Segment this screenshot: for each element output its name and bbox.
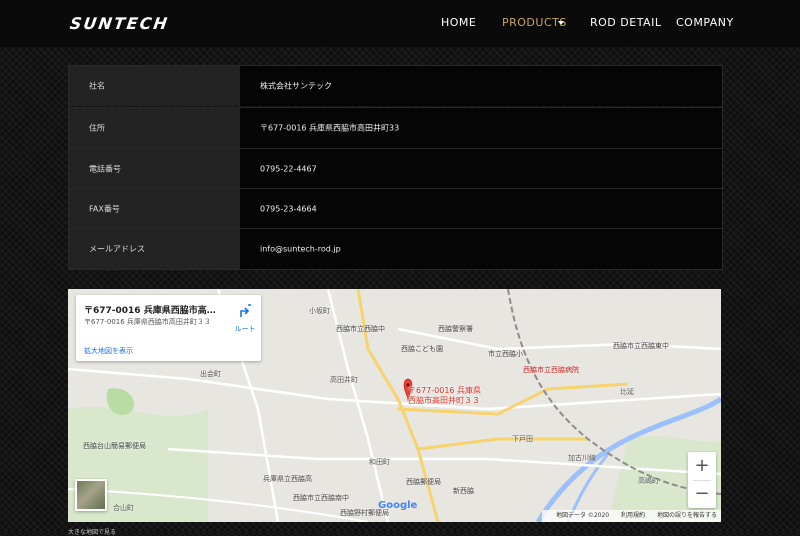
row-value[interactable]: info@suntech-rod.jp — [260, 245, 341, 254]
google-logo[interactable]: Google — [378, 500, 417, 511]
table-row: 住所 〒677-0016 兵庫県西脇市高田井町33 — [69, 107, 722, 148]
view-larger-map-footer-link[interactable]: 大きな地図で見る — [68, 527, 116, 536]
row-value: 0795-23-4664 — [260, 204, 317, 214]
map-place-label: 市立西脇小 — [488, 350, 523, 358]
map-place-label: 出会町 — [200, 370, 221, 378]
directions-button[interactable]: ルート — [232, 303, 258, 334]
google-map[interactable]: 小坂町 西脇市立西脇中 西脇警察署 西脇こども園 市立西脇小 西脇市立西脇東中 … — [68, 289, 721, 522]
map-place-label: 小坂町 — [309, 307, 330, 315]
directions-icon — [240, 304, 251, 317]
map-zoom-control: + − — [688, 452, 716, 508]
row-label: 社名 — [89, 81, 105, 91]
info-card-title: 〒677-0016 兵庫県西脇市高田... — [84, 306, 224, 316]
map-place-label: 新西脇 — [453, 487, 474, 495]
satellite-toggle[interactable] — [75, 479, 107, 511]
row-value: 0795-22-4467 — [260, 164, 317, 174]
row-value: 株式会社サンテック — [260, 81, 332, 91]
info-card-address: 〒677-0016 兵庫県西脇市高田井町３３ — [84, 318, 211, 326]
map-place-label: 西脇市立西脇東中 — [613, 342, 669, 350]
map-attribution: 地図データ ©2020 利用規約 地図の誤りを報告する — [541, 510, 721, 522]
map-place-label: 西脇市立西脇南中 — [293, 494, 349, 502]
map-place-label: 西脇市立西脇中 — [336, 325, 385, 333]
report-error-link[interactable]: 地図の誤りを報告する — [657, 512, 717, 519]
table-row: 社名 株式会社サンテック — [69, 66, 722, 106]
view-larger-map-link[interactable]: 拡大地図を表示 — [84, 346, 133, 356]
row-label: メールアドレス — [89, 244, 145, 254]
row-label: FAX番号 — [89, 204, 120, 214]
terms-link[interactable]: 利用規約 — [621, 512, 645, 519]
map-pin-label: 〒677-0016 兵庫県 西脇市高田井町３３ — [408, 386, 482, 405]
table-row: 電話番号 0795-22-4467 — [69, 148, 722, 189]
row-label: 電話番号 — [89, 164, 121, 174]
table-row: メールアドレス info@suntech-rod.jp — [69, 228, 722, 269]
map-place-label: 合山町 — [113, 504, 134, 512]
map-place-label: 西脇警察署 — [438, 325, 473, 333]
map-place-label: 高嶋町 — [638, 477, 659, 485]
map-place-label: 西脇台山簡易郵便局 — [83, 442, 146, 450]
map-place-label: 下戸田 — [512, 435, 533, 443]
chevron-down-icon[interactable] — [558, 21, 564, 25]
site-header: SUNTECH HOME PRODUCTS ROD DETAIL COMPANY — [0, 0, 800, 47]
nav-company[interactable]: COMPANY — [676, 16, 734, 29]
map-place-label: 西脇こども園 — [401, 345, 443, 353]
suntech-logo[interactable]: SUNTECH — [69, 14, 171, 33]
company-info-table: 社名 株式会社サンテック 住所 〒677-0016 兵庫県西脇市高田井町33 電… — [68, 65, 723, 270]
table-row: FAX番号 0795-23-4664 — [69, 188, 722, 229]
map-place-label: 和田町 — [369, 458, 390, 466]
zoom-in-button[interactable]: + — [688, 452, 716, 480]
zoom-out-button[interactable]: − — [688, 480, 716, 508]
row-label: 住所 — [89, 123, 105, 133]
nav-home[interactable]: HOME — [441, 16, 476, 29]
map-info-card: 〒677-0016 兵庫県西脇市高田... 〒677-0016 兵庫県西脇市高田… — [76, 295, 261, 361]
map-place-label: 西脇市立西脇病院 — [523, 366, 579, 374]
map-place-label: 比延 — [620, 388, 634, 396]
map-place-label: 加古川線 — [568, 454, 596, 462]
map-place-label: 兵庫県立西脇高 — [263, 475, 312, 483]
map-place-label: 高田井町 — [330, 376, 358, 384]
row-value: 〒677-0016 兵庫県西脇市高田井町33 — [260, 123, 400, 133]
map-place-label: 西脇郵便局 — [406, 478, 441, 486]
nav-rod-detail[interactable]: ROD DETAIL — [590, 16, 661, 29]
